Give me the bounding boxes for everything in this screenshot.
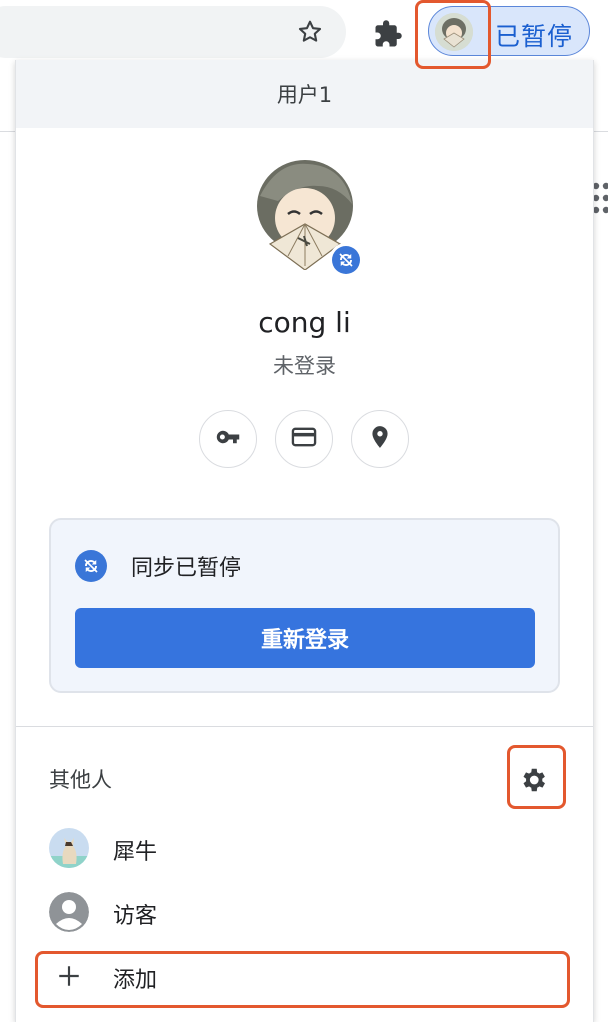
list-item[interactable]: 犀牛 bbox=[16, 820, 593, 876]
person-name: 访客 bbox=[113, 904, 158, 929]
profile-menu-panel: 用户1 cong li 未登录 同步已暂停 重新登录 其他人 犀牛 访客 添加 bbox=[15, 60, 594, 1022]
credit-card-icon bbox=[290, 423, 318, 455]
avatar bbox=[49, 828, 89, 868]
sync-paused-badge-icon bbox=[329, 243, 363, 277]
sign-in-status: 未登录 bbox=[273, 354, 336, 378]
divider bbox=[592, 131, 608, 132]
panel-header: 用户1 bbox=[16, 60, 593, 128]
sync-paused-icon bbox=[75, 550, 107, 582]
divider bbox=[0, 131, 16, 132]
guest-avatar-icon bbox=[49, 892, 89, 932]
location-pin-icon bbox=[367, 424, 393, 454]
list-item[interactable]: 访客 bbox=[16, 884, 593, 940]
puzzle-icon[interactable] bbox=[372, 18, 404, 50]
highlight-box bbox=[415, 0, 491, 69]
sync-status-text: 同步已暂停 bbox=[131, 556, 242, 581]
sync-status-card: 同步已暂停 重新登录 bbox=[49, 518, 560, 693]
browser-toolbar: 已暂停 bbox=[0, 0, 608, 66]
section-divider bbox=[16, 726, 593, 727]
sign-in-again-button[interactable]: 重新登录 bbox=[75, 608, 535, 668]
payment-methods-button[interactable] bbox=[275, 410, 333, 468]
other-people-title: 其他人 bbox=[49, 768, 112, 792]
profile-chip-label: 已暂停 bbox=[495, 22, 574, 51]
highlight-box bbox=[35, 951, 570, 1008]
key-icon bbox=[213, 422, 243, 456]
passwords-button[interactable] bbox=[199, 410, 257, 468]
user-name: cong li bbox=[258, 306, 351, 339]
highlight-box bbox=[507, 745, 566, 809]
bookmark-star-icon[interactable] bbox=[296, 18, 324, 46]
addresses-button[interactable] bbox=[351, 410, 409, 468]
address-bar[interactable] bbox=[0, 6, 346, 58]
person-name: 犀牛 bbox=[113, 840, 158, 865]
